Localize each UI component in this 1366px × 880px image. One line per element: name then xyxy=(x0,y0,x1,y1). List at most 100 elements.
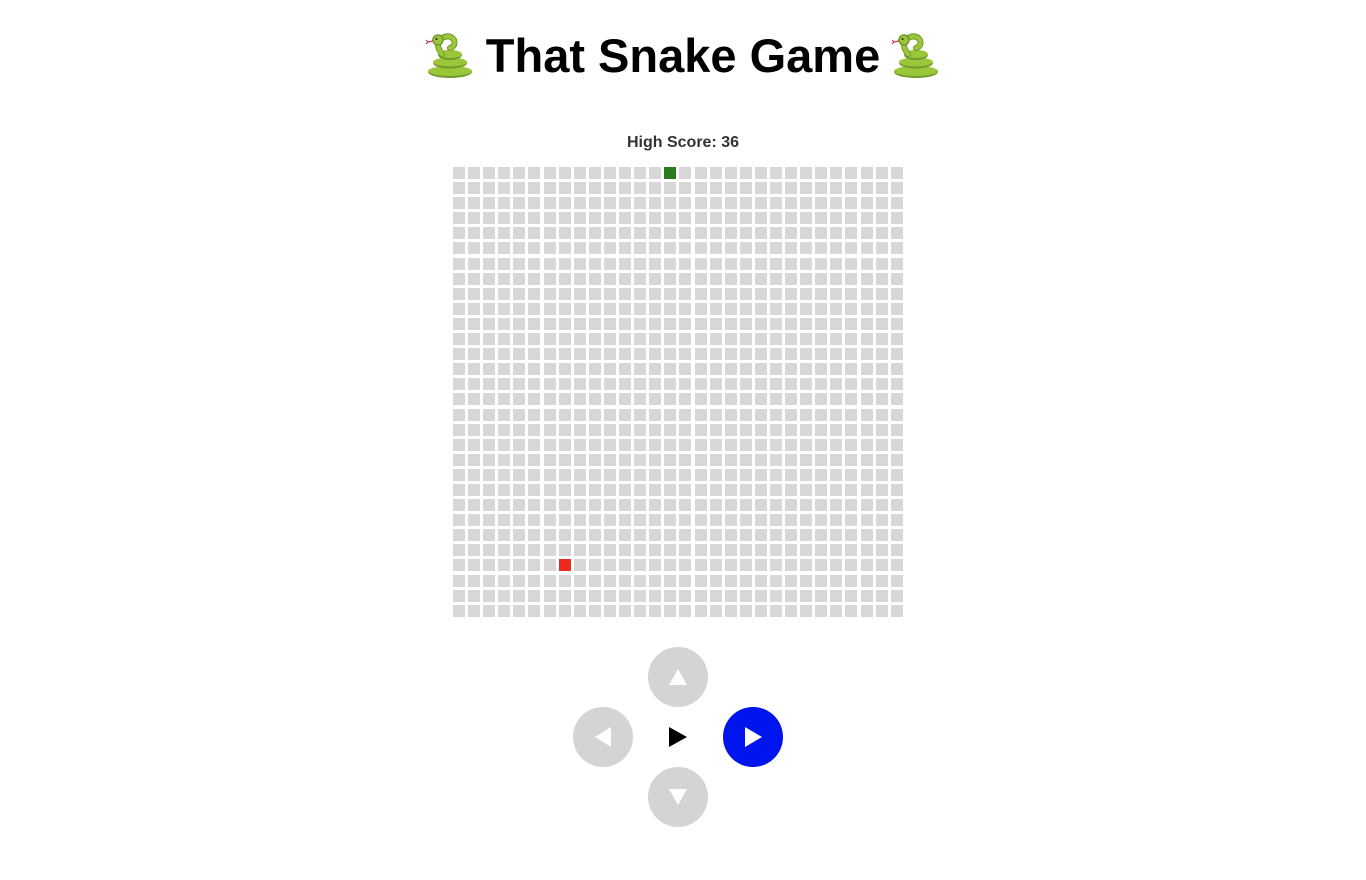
board-cell xyxy=(664,302,677,315)
board-cell xyxy=(558,227,571,240)
board-cell xyxy=(800,257,813,270)
board-cell xyxy=(453,317,465,330)
board-cell xyxy=(649,393,662,406)
board-cell xyxy=(830,499,843,512)
board-cell xyxy=(498,197,511,210)
board-cell xyxy=(694,574,707,587)
board-cell xyxy=(709,574,722,587)
board-cell xyxy=(543,604,556,617)
board-cell xyxy=(528,317,541,330)
board-cell xyxy=(724,604,737,617)
board-cell xyxy=(649,408,662,421)
board-cell xyxy=(664,559,677,572)
board-cell xyxy=(800,468,813,481)
board-cell xyxy=(619,499,632,512)
board-cell xyxy=(860,499,873,512)
board-cell xyxy=(845,423,858,436)
board-cell xyxy=(709,212,722,225)
board-cell xyxy=(860,317,873,330)
board-cell xyxy=(528,559,541,572)
board-cell xyxy=(739,317,752,330)
board-cell xyxy=(558,197,571,210)
board-cell xyxy=(468,438,481,451)
board-cell xyxy=(649,544,662,557)
board-cell xyxy=(468,499,481,512)
board-cell xyxy=(513,197,526,210)
board-cell xyxy=(573,438,586,451)
board-cell xyxy=(694,559,707,572)
board-cell xyxy=(800,453,813,466)
board-cell xyxy=(860,302,873,315)
board-cell xyxy=(754,604,767,617)
board-cell xyxy=(890,242,903,255)
board-cell xyxy=(679,242,692,255)
board-cell xyxy=(528,589,541,602)
board-cell xyxy=(558,468,571,481)
board-cell xyxy=(543,378,556,391)
right-button[interactable] xyxy=(723,707,783,767)
board-cell xyxy=(769,423,782,436)
board-cell xyxy=(664,514,677,527)
board-cell xyxy=(679,317,692,330)
board-cell xyxy=(543,574,556,587)
board-cell xyxy=(890,589,903,602)
board-cell xyxy=(513,257,526,270)
board-cell xyxy=(573,212,586,225)
board-cell xyxy=(800,182,813,195)
board-cell xyxy=(664,287,677,300)
board-cell xyxy=(845,227,858,240)
board-cell xyxy=(558,242,571,255)
board-cell xyxy=(860,529,873,542)
board-cell xyxy=(800,423,813,436)
left-button[interactable] xyxy=(573,707,633,767)
board-cell xyxy=(453,212,465,225)
play-button[interactable] xyxy=(658,717,698,757)
board-cell xyxy=(785,197,798,210)
board-cell xyxy=(453,559,465,572)
board-cell xyxy=(785,287,798,300)
board-cell xyxy=(483,242,496,255)
board-cell xyxy=(498,227,511,240)
board-cell xyxy=(558,287,571,300)
board-cell xyxy=(754,212,767,225)
board-cell xyxy=(649,438,662,451)
board-cell xyxy=(875,453,888,466)
board-cell xyxy=(769,378,782,391)
board-cell xyxy=(634,559,647,572)
board-cell xyxy=(739,212,752,225)
board-cell xyxy=(815,438,828,451)
board-cell xyxy=(588,287,601,300)
board-cell xyxy=(785,182,798,195)
board-cell xyxy=(785,348,798,361)
board-cell xyxy=(619,423,632,436)
board-cell xyxy=(453,287,465,300)
board-cell xyxy=(619,167,632,179)
board-cell xyxy=(483,393,496,406)
up-button[interactable] xyxy=(648,647,708,707)
board-cell xyxy=(483,514,496,527)
board-cell xyxy=(664,197,677,210)
board-cell xyxy=(769,363,782,376)
board-cell xyxy=(588,483,601,496)
board-cell xyxy=(468,317,481,330)
board-cell xyxy=(543,167,556,179)
board-cell xyxy=(800,574,813,587)
board-cell xyxy=(498,333,511,346)
triangle-left-icon xyxy=(595,727,611,747)
board-cell xyxy=(468,468,481,481)
board-cell xyxy=(815,227,828,240)
board-cell xyxy=(649,604,662,617)
page-title: That Snake Game xyxy=(0,28,1366,84)
down-button[interactable] xyxy=(648,767,708,827)
board-cell xyxy=(588,499,601,512)
board-cell xyxy=(513,272,526,285)
board-cell xyxy=(830,544,843,557)
board-cell xyxy=(800,378,813,391)
board-cell xyxy=(603,393,616,406)
board-cell xyxy=(498,348,511,361)
board-cell xyxy=(694,514,707,527)
board-cell xyxy=(754,272,767,285)
board-cell xyxy=(890,604,903,617)
board-cell xyxy=(724,333,737,346)
board-cell xyxy=(754,544,767,557)
